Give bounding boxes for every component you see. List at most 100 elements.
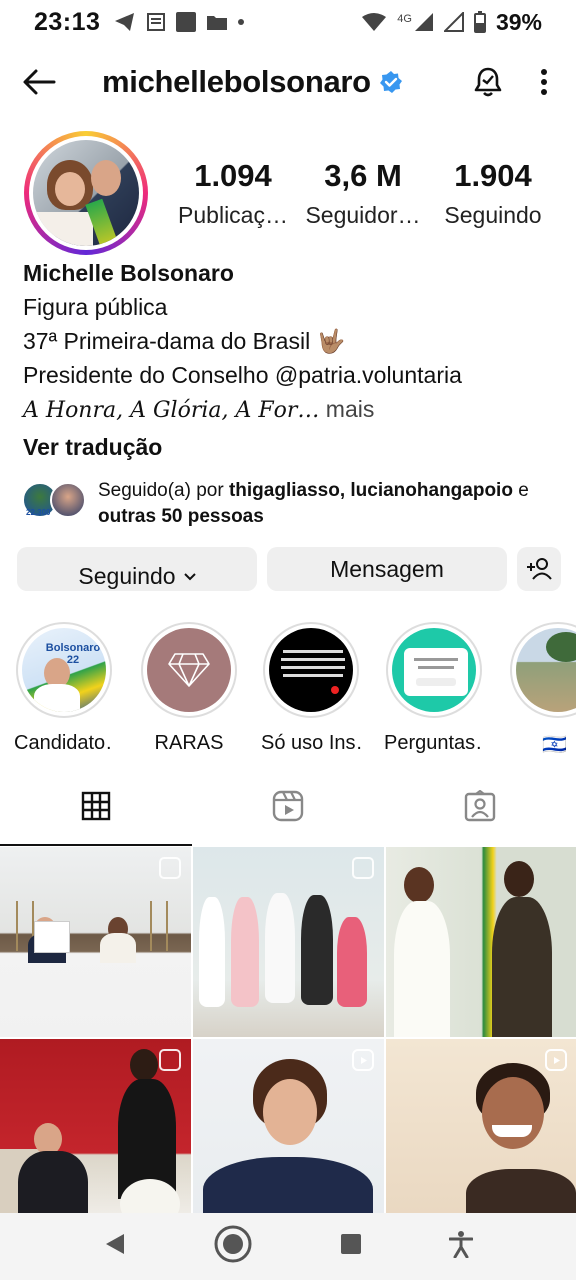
highlight-raras-label: RARAS	[154, 732, 224, 754]
bell-icon	[474, 67, 502, 97]
post-thumbnail[interactable]	[193, 847, 384, 1037]
highlight-israel-label: 🇮🇱	[542, 734, 567, 756]
signal-icon	[414, 13, 433, 31]
followed-by-prefix: Seguido(a) por	[98, 480, 229, 501]
nav-home-button[interactable]	[213, 1224, 253, 1269]
tagged-user-icon	[464, 790, 496, 822]
message-button-label: Mensagem	[330, 555, 444, 582]
profile-category: Figura pública	[23, 294, 168, 320]
highlight-candidato[interactable]: Bolsonaro 22 Candidato…	[14, 622, 114, 755]
clock: 23:13	[34, 7, 101, 36]
post-thumbnail[interactable]	[386, 847, 576, 1037]
verified-badge-icon	[379, 70, 403, 94]
highlight-perguntas[interactable]: Perguntas…	[384, 622, 484, 755]
triangle-back-icon	[105, 1234, 124, 1254]
more-notifications-icon	[238, 19, 245, 25]
followed-by-others[interactable]: outras 50 pessoas	[98, 506, 264, 527]
reel-icon	[545, 1049, 567, 1071]
app-notification-icon	[176, 12, 197, 32]
followed-by-middle: e	[512, 480, 529, 501]
bio-more-link[interactable]: mais	[326, 396, 375, 422]
following-button[interactable]: Seguindo	[17, 547, 257, 591]
highlight-israel[interactable]: 🇮🇱	[508, 622, 576, 757]
bio-line-1: 37ª Primeira-dama do Brasil 🤟🏽	[23, 328, 346, 354]
news-icon	[147, 13, 166, 31]
avatar-photo	[33, 140, 139, 246]
following-count: 1.904	[454, 158, 532, 193]
message-button[interactable]: Mensagem	[267, 547, 507, 591]
post-thumbnail[interactable]	[0, 847, 191, 1037]
profile-actions: Seguindo Mensagem	[17, 547, 561, 591]
post-thumbnail[interactable]	[193, 1039, 384, 1229]
see-translation-link[interactable]: Ver tradução	[23, 430, 563, 464]
followed-by-text: Seguido(a) por thigagliasso, lucianohang…	[98, 478, 562, 530]
tagged-tab[interactable]	[384, 766, 576, 846]
profile-username: michellebolsonaro	[102, 64, 371, 99]
mutual-avatar-caption: 22.300	[26, 508, 51, 517]
profile-tabs	[0, 766, 576, 846]
folder-icon	[207, 16, 228, 30]
grid-icon	[81, 791, 111, 821]
battery-icon	[473, 11, 486, 33]
system-icons: 4G 39%	[361, 9, 542, 36]
story-highlights: Bolsonaro 22 Candidato… RARAS Só uso Ins…	[0, 622, 576, 762]
carousel-icon	[159, 857, 181, 879]
highlight-so-uso[interactable]: Só uso Ins…	[261, 622, 361, 755]
nav-recents-button[interactable]	[340, 1233, 362, 1260]
following-button-label: Seguindo	[78, 562, 176, 589]
carousel-icon	[352, 857, 374, 879]
highlight-so-uso-label: Só uso Ins…	[261, 732, 361, 754]
posts-label: Publicaç…	[178, 202, 288, 228]
followed-by-names[interactable]: thigagliasso, lucianohangapoio	[229, 480, 513, 501]
carousel-icon	[159, 1049, 181, 1071]
grid-tab[interactable]	[0, 766, 192, 846]
notification-icons	[114, 12, 245, 32]
suggested-users-button[interactable]	[517, 547, 561, 591]
posts-count: 1.094	[194, 158, 272, 193]
diamond-icon	[168, 653, 210, 687]
accessibility-button[interactable]	[448, 1230, 473, 1263]
bio-quote: 𝐴 𝐻𝑜𝑛𝑟𝑎, 𝐴 𝐺𝑙𝑜́𝑟𝑖𝑎, 𝐴 𝐹𝑜𝑟…	[23, 398, 320, 423]
profile-bio: Michelle Bolsonaro Figura pública 37ª Pr…	[23, 256, 563, 464]
following-label: Seguindo	[444, 202, 542, 228]
mutual-avatar-2	[50, 482, 86, 518]
more-vertical-icon	[541, 69, 547, 95]
arrow-left-icon	[23, 69, 56, 95]
back-button[interactable]	[22, 62, 62, 102]
posts-stat[interactable]: 1.094 Publicaç…	[168, 158, 298, 229]
battery-percent: 39%	[495, 8, 542, 35]
following-stat[interactable]: 1.904 Seguindo	[428, 158, 558, 229]
chevron-down-icon	[183, 568, 196, 584]
highlight-raras[interactable]: RARAS	[139, 622, 239, 755]
reel-icon	[352, 1049, 374, 1071]
posts-grid	[0, 847, 576, 1229]
followed-by[interactable]: 22.300 Seguido(a) por thigagliasso, luci…	[22, 478, 562, 530]
highlight-candidato-label: Candidato…	[14, 732, 114, 754]
followers-count: 3,6 M	[324, 158, 402, 193]
bio-line-3: 𝐴 𝐻𝑜𝑛𝑟𝑎, 𝐴 𝐺𝑙𝑜́𝑟𝑖𝑎, 𝐴 𝐹𝑜𝑟… mais	[23, 392, 563, 428]
profile-stats: 1.094 Publicaç… 3,6 M Seguidor… 1.904 Se…	[168, 158, 558, 229]
reels-icon	[272, 790, 304, 822]
followers-stat[interactable]: 3,6 M Seguidor…	[298, 158, 428, 229]
notifications-button[interactable]	[468, 62, 508, 102]
wifi-icon	[362, 13, 387, 31]
system-navigation-bar	[0, 1213, 576, 1280]
more-options-button[interactable]	[534, 62, 554, 102]
reels-tab[interactable]	[192, 766, 384, 846]
highlight-perguntas-label: Perguntas…	[384, 732, 484, 754]
post-thumbnail[interactable]	[0, 1039, 191, 1229]
followers-label: Seguidor…	[305, 202, 421, 228]
bio-line-2: Presidente do Conselho @patria.voluntari…	[23, 362, 462, 388]
post-thumbnail[interactable]	[386, 1039, 576, 1229]
profile-avatar[interactable]	[24, 131, 148, 255]
mutual-avatars: 22.300	[22, 478, 88, 522]
accessibility-icon	[448, 1231, 473, 1259]
home-circle-icon	[214, 1225, 251, 1263]
add-person-icon	[527, 558, 552, 580]
signal-2-icon	[443, 12, 464, 32]
telegram-icon	[115, 13, 135, 31]
status-bar: 23:13 4G 39%	[0, 0, 576, 44]
nav-back-button[interactable]	[104, 1232, 126, 1261]
network-type-label: 4G	[397, 12, 412, 25]
profile-name: Michelle Bolsonaro	[23, 260, 234, 286]
